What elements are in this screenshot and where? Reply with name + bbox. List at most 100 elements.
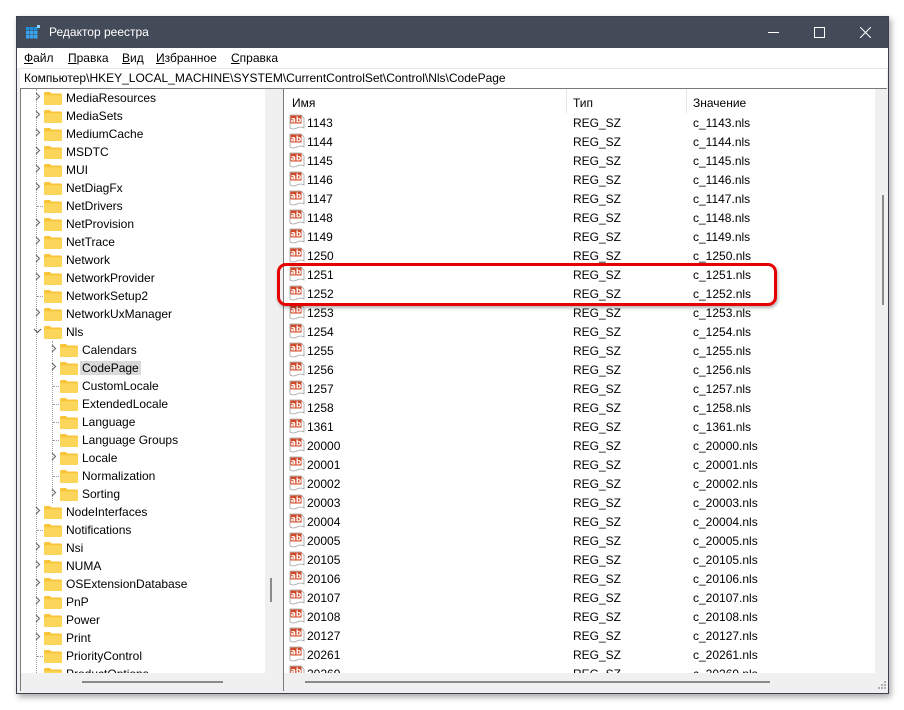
value-row[interactable]: ab 20261 REG_SZ c_20261.nls (284, 645, 875, 664)
menu-favorites[interactable]: Избранное (156, 51, 217, 65)
value-row[interactable]: ab 20005 REG_SZ c_20005.nls (284, 531, 875, 550)
tree-item[interactable]: Notifications (21, 521, 265, 539)
chevron-right-icon[interactable] (33, 92, 43, 104)
address-bar[interactable]: Компьютер\HKEY_LOCAL_MACHINE\SYSTEM\Curr… (20, 68, 887, 89)
menu-edit[interactable]: Правка (68, 51, 109, 65)
chevron-right-icon[interactable] (33, 614, 43, 626)
value-row[interactable]: ab 20002 REG_SZ c_20002.nls (284, 474, 875, 493)
chevron-right-icon[interactable] (49, 362, 59, 374)
chevron-right-icon[interactable] (33, 254, 43, 266)
tree-item[interactable]: Calendars (21, 341, 265, 359)
address-path[interactable]: Компьютер\HKEY_LOCAL_MACHINE\SYSTEM\Curr… (24, 71, 506, 85)
value-row[interactable]: ab 1149 REG_SZ c_1149.nls (284, 227, 875, 246)
tree-item[interactable]: ProductOptions (21, 665, 265, 673)
column-header-value[interactable]: Значение (693, 96, 746, 110)
chevron-right-icon[interactable] (33, 218, 43, 230)
chevron-right-icon[interactable] (33, 110, 43, 122)
maximize-button[interactable] (796, 17, 842, 48)
value-row[interactable]: ab 20000 REG_SZ c_20000.nls (284, 436, 875, 455)
value-row[interactable]: ab 1258 REG_SZ c_1258.nls (284, 398, 875, 417)
chevron-right-icon[interactable] (33, 596, 43, 608)
list-vertical-scroll-thumb[interactable] (882, 195, 884, 305)
tree-item[interactable]: Locale (21, 449, 265, 467)
tree-horizontal-scrollbar[interactable] (21, 673, 278, 691)
chevron-right-icon[interactable] (33, 578, 43, 590)
value-row[interactable]: ab 1257 REG_SZ c_1257.nls (284, 379, 875, 398)
value-row[interactable]: ab 20001 REG_SZ c_20001.nls (284, 455, 875, 474)
tree-item[interactable]: Sorting (21, 485, 265, 503)
value-row[interactable]: ab 20105 REG_SZ c_20105.nls (284, 550, 875, 569)
tree-item[interactable]: MSDTC (21, 143, 265, 161)
tree-item[interactable]: NetDrivers (21, 197, 265, 215)
column-separator[interactable] (566, 89, 567, 113)
chevron-right-icon[interactable] (33, 542, 43, 554)
chevron-right-icon[interactable] (33, 182, 43, 194)
value-row[interactable]: ab 20127 REG_SZ c_20127.nls (284, 626, 875, 645)
column-header-type[interactable]: Тип (573, 96, 593, 110)
tree-item[interactable]: NUMA (21, 557, 265, 575)
value-row[interactable]: ab 1252 REG_SZ c_1252.nls (284, 284, 875, 303)
column-separator[interactable] (686, 89, 687, 113)
tree-item[interactable]: Nsi (21, 539, 265, 557)
value-row[interactable]: ab 20004 REG_SZ c_20004.nls (284, 512, 875, 531)
tree-horizontal-scroll-thumb[interactable] (82, 681, 223, 683)
tree-item[interactable]: MediaSets (21, 107, 265, 125)
tree-item[interactable]: CodePage (21, 359, 265, 377)
tree-item[interactable]: NetDiagFx (21, 179, 265, 197)
close-button[interactable] (842, 17, 888, 48)
value-row[interactable]: ab 1361 REG_SZ c_1361.nls (284, 417, 875, 436)
value-row[interactable]: ab 20106 REG_SZ c_20106.nls (284, 569, 875, 588)
tree-item[interactable]: MediaResources (21, 89, 265, 107)
menu-help[interactable]: Справка (231, 51, 278, 65)
chevron-right-icon[interactable] (33, 128, 43, 140)
value-row[interactable]: ab 1254 REG_SZ c_1254.nls (284, 322, 875, 341)
value-row[interactable]: ab 1146 REG_SZ c_1146.nls (284, 170, 875, 189)
tree-item[interactable]: MUI (21, 161, 265, 179)
menu-file[interactable]: Файл (24, 51, 54, 65)
value-row[interactable]: ab 1144 REG_SZ c_1144.nls (284, 132, 875, 151)
tree-item[interactable]: NetworkUxManager (21, 305, 265, 323)
value-row[interactable]: ab 1147 REG_SZ c_1147.nls (284, 189, 875, 208)
tree-item[interactable]: Power (21, 611, 265, 629)
value-row[interactable]: ab 1148 REG_SZ c_1148.nls (284, 208, 875, 227)
list-horizontal-scroll-thumb[interactable] (305, 681, 770, 683)
tree-item[interactable]: NodeInterfaces (21, 503, 265, 521)
chevron-right-icon[interactable] (33, 272, 43, 284)
value-row[interactable]: ab 1145 REG_SZ c_1145.nls (284, 151, 875, 170)
tree-item[interactable]: Print (21, 629, 265, 647)
value-row[interactable]: ab 20108 REG_SZ c_20108.nls (284, 607, 875, 626)
list-horizontal-scrollbar[interactable] (284, 673, 888, 691)
tree-item[interactable]: OSExtensionDatabase (21, 575, 265, 593)
value-row[interactable]: ab 1143 REG_SZ c_1143.nls (284, 113, 875, 132)
tree-item[interactable]: Nls (21, 323, 265, 341)
tree-item[interactable]: ExtendedLocale (21, 395, 265, 413)
tree-item[interactable]: Language Groups (21, 431, 265, 449)
chevron-right-icon[interactable] (49, 452, 59, 464)
value-row[interactable]: ab 1250 REG_SZ c_1250.nls (284, 246, 875, 265)
minimize-button[interactable] (750, 17, 796, 48)
chevron-right-icon[interactable] (49, 488, 59, 500)
chevron-right-icon[interactable] (33, 146, 43, 158)
chevron-right-icon[interactable] (33, 506, 43, 518)
chevron-right-icon[interactable] (33, 632, 43, 644)
tree-vertical-scroll-thumb[interactable] (270, 578, 272, 602)
resize-grip-icon[interactable] (877, 680, 887, 690)
value-row[interactable]: ab 1251 REG_SZ c_1251.nls (284, 265, 875, 284)
tree-item[interactable]: MediumCache (21, 125, 265, 143)
tree-item[interactable]: NetProvision (21, 215, 265, 233)
tree-item[interactable]: Network (21, 251, 265, 269)
column-header-name[interactable]: Имя (292, 96, 315, 110)
chevron-right-icon[interactable] (33, 164, 43, 176)
value-row[interactable]: ab 1255 REG_SZ c_1255.nls (284, 341, 875, 360)
chevron-right-icon[interactable] (33, 236, 43, 248)
list-vertical-scrollbar[interactable] (875, 89, 888, 673)
value-row[interactable]: ab 20107 REG_SZ c_20107.nls (284, 588, 875, 607)
tree-item[interactable]: NetTrace (21, 233, 265, 251)
tree-item[interactable]: PnP (21, 593, 265, 611)
tree-item[interactable]: PriorityControl (21, 647, 265, 665)
tree-item[interactable]: NetworkSetup2 (21, 287, 265, 305)
tree-item[interactable]: Language (21, 413, 265, 431)
chevron-down-icon[interactable] (33, 326, 43, 338)
value-row[interactable]: ab 1253 REG_SZ c_1253.nls (284, 303, 875, 322)
chevron-right-icon[interactable] (33, 560, 43, 572)
